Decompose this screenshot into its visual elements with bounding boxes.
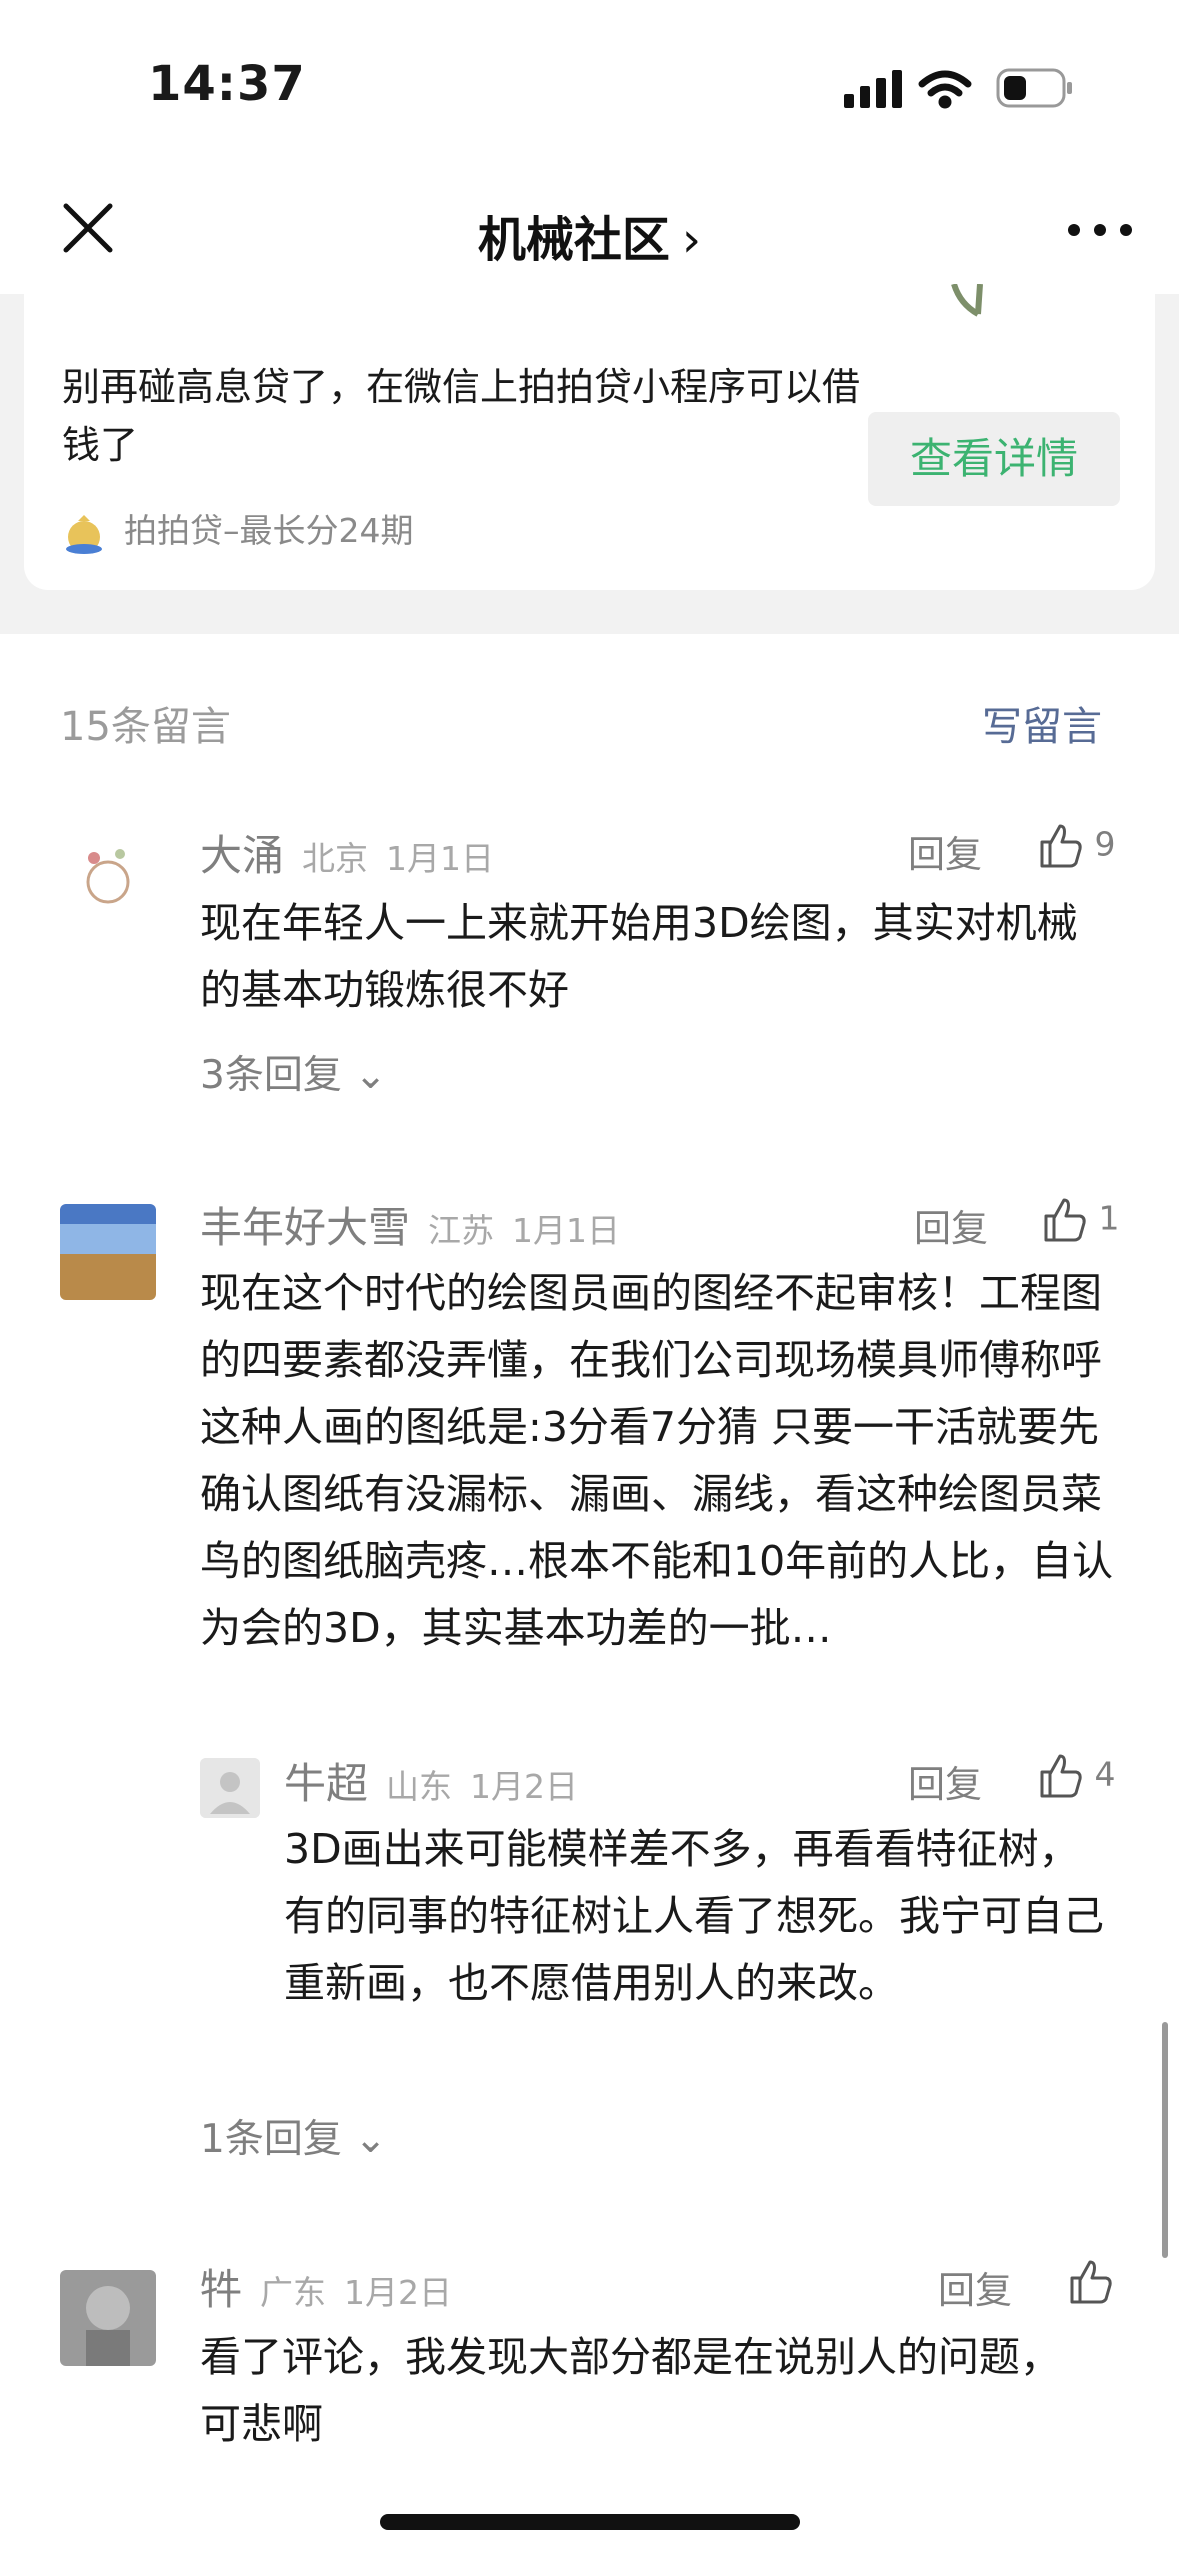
view-details-button[interactable]: 查看详情 [868, 412, 1120, 506]
like-count: 1 [1098, 1198, 1120, 1238]
money-bag-icon [66, 514, 102, 554]
ad-card[interactable]: 别再碰高息贷了，在微信上拍拍贷小程序可以借钱了 查看详情 拍拍贷–最长分24期 [24, 284, 1155, 590]
comments-section: 15条留言 写留言 大涌 北京 1月1日 回复 9 现在年轻人一上来就开始用3D绘图… [0, 634, 1179, 2556]
thumbs-up-icon [1040, 824, 1082, 868]
plant-decoration [951, 284, 983, 317]
comment-date: 1月1日 [386, 839, 495, 878]
chevron-right-icon: › [681, 212, 702, 268]
signal-icon [844, 70, 902, 108]
write-comment-button[interactable]: 写留言 [982, 694, 1102, 752]
status-icons [844, 68, 1072, 109]
author-name: 牪 [200, 2265, 243, 2314]
like-button[interactable]: 1 [1040, 1196, 1120, 1244]
avatar[interactable] [200, 1758, 260, 1818]
reply-button[interactable]: 回复 [908, 1754, 982, 1808]
comment-date: 1月1日 [512, 1211, 621, 1250]
thumbs-up-icon [1070, 2260, 1112, 2304]
status-time: 14:37 [148, 56, 306, 112]
expand-replies-button[interactable]: 1条回复 ⌄ [200, 2108, 387, 2164]
author-location: 北京 [302, 839, 369, 878]
avatar[interactable] [60, 830, 156, 926]
more-icon[interactable] [1060, 210, 1140, 250]
status-bar: 14:37 [0, 0, 1179, 170]
like-button[interactable]: 4 [1036, 1752, 1116, 1800]
nav-bar: 机械社区 › [0, 170, 1179, 295]
ad-source: 拍拍贷–最长分24期 [62, 504, 414, 555]
comment-date: 1月2日 [470, 1767, 579, 1806]
home-indicator[interactable] [380, 2514, 800, 2530]
author-location: 广东 [260, 2273, 327, 2312]
reply-text: 3D画出来可能模样差不多，再看看特征树，有的同事的特征树让人看了想死。我宁可自己… [284, 1825, 1104, 2007]
comment-text: 现在年轻人一上来就开始用3D绘图，其实对机械的基本功锻炼很不好 [200, 899, 1078, 1014]
battery-icon [996, 68, 1072, 108]
comment-date: 1月2日 [344, 2273, 453, 2312]
like-count: 4 [1094, 1754, 1116, 1794]
like-button[interactable] [1066, 2258, 1114, 2306]
like-count: 9 [1094, 824, 1116, 864]
page-title[interactable]: 机械社区 › [0, 200, 1179, 270]
like-button[interactable]: 9 [1036, 822, 1116, 870]
author-name: 丰年好大雪 [200, 1203, 411, 1252]
page-title-text: 机械社区 [477, 212, 670, 268]
reply-author[interactable]: 牛超 山东 1月2日 [284, 1750, 578, 1811]
comment-text: 现在这个时代的绘图员画的图经不起审核！工程图的四要素都没弄懂，在我们公司现场模具… [200, 1269, 1114, 1652]
comment-author[interactable]: 大涌 北京 1月1日 [200, 822, 494, 883]
avatar[interactable] [60, 2270, 156, 2366]
author-location: 山东 [386, 1767, 453, 1806]
author-location: 江苏 [428, 1211, 495, 1250]
comment-author[interactable]: 牪广东 1月2日 [200, 2256, 452, 2317]
reply-button[interactable]: 回复 [914, 1198, 988, 1252]
reply-button[interactable]: 回复 [908, 824, 982, 878]
avatar[interactable] [60, 1204, 156, 1300]
comment-text: 看了评论，我发现大部分都是在说别人的问题，可悲啊 [200, 2333, 1061, 2448]
comment-count: 15条留言 [60, 704, 231, 750]
ad-text: 别再碰高息贷了，在微信上拍拍贷小程序可以借钱了 [62, 365, 861, 467]
comment-author[interactable]: 丰年好大雪 江苏 1月1日 [200, 1194, 620, 1255]
scrollbar[interactable] [1162, 2022, 1168, 2258]
ad-source-text: 拍拍贷–最长分24期 [124, 511, 414, 550]
author-name: 大涌 [200, 831, 285, 880]
author-name: 牛超 [284, 1759, 369, 1808]
thumbs-up-icon [1044, 1198, 1086, 1242]
thumbs-up-icon [1040, 1754, 1082, 1798]
expand-replies-button[interactable]: 3条回复 ⌄ [200, 1044, 387, 1100]
reply-button[interactable]: 回复 [938, 2260, 1012, 2314]
wifi-icon [918, 70, 972, 109]
